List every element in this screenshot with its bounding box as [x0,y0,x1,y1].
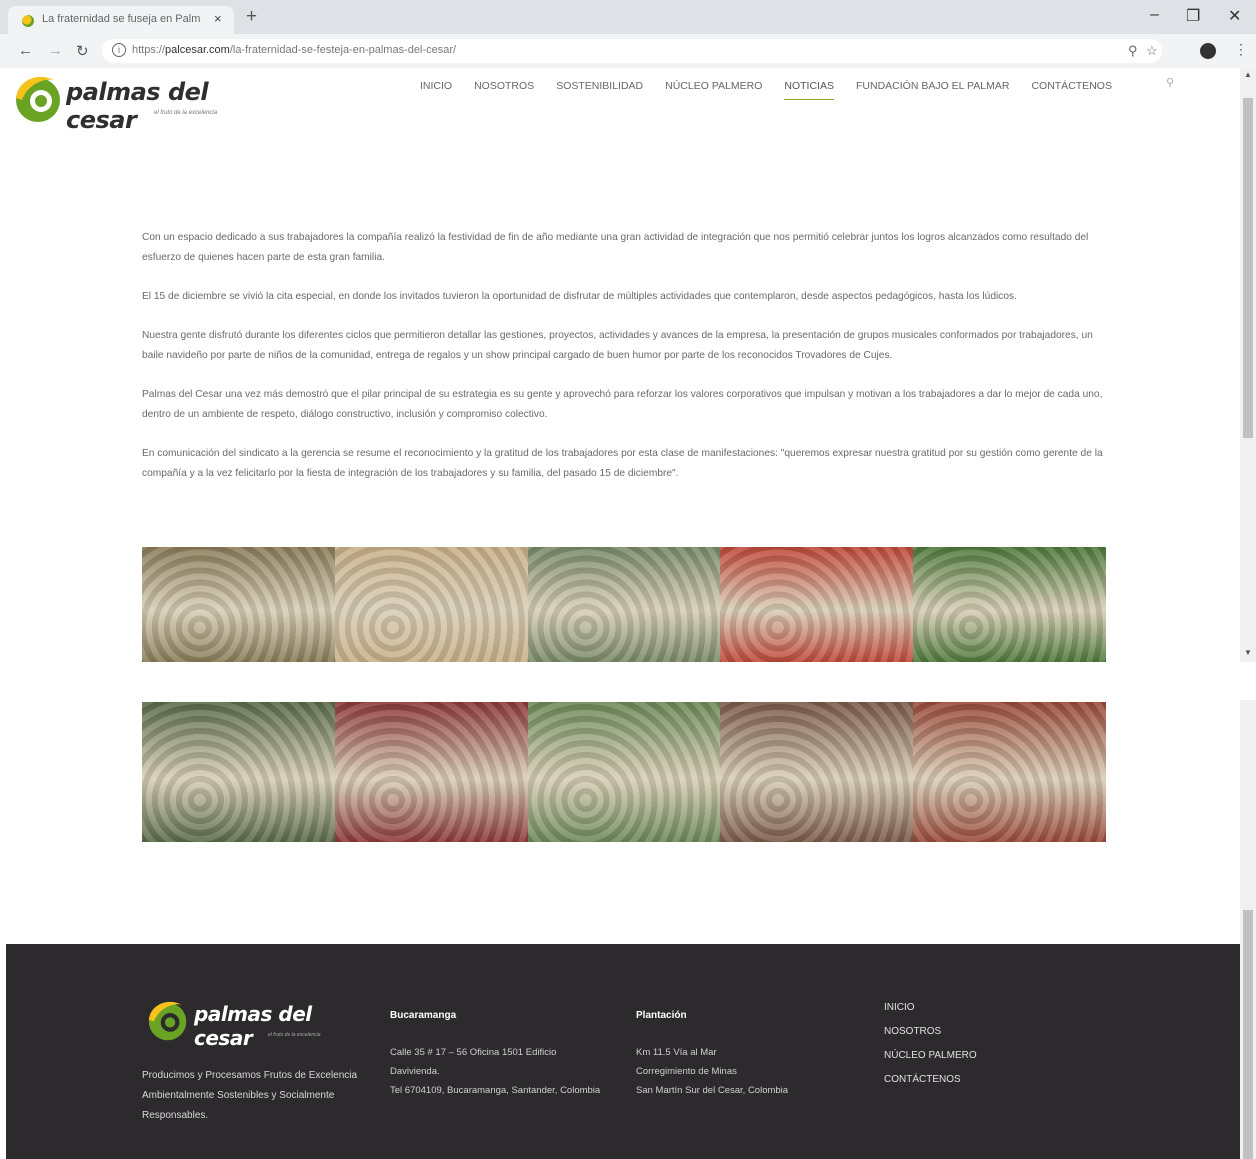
info-icon[interactable]: i [112,43,126,57]
site-logo[interactable]: palmas del cesar el fruto de la excelenc… [8,70,268,134]
gallery-photo[interactable] [720,547,914,662]
palm-fruit-logo-icon [16,76,60,122]
gallery-photo[interactable] [334,702,528,842]
forward-icon[interactable]: → [48,42,63,59]
nav-item-inicio[interactable]: INICIO [420,80,452,100]
scroll-up-icon[interactable]: ▲ [1244,70,1252,79]
back-icon[interactable]: ← [18,42,33,59]
logo-tagline: el fruto de la excelencia [154,110,218,116]
browser-menu-icon[interactable]: ⋮ [1234,41,1248,58]
nav-item-sostenibilidad[interactable]: SOSTENIBILIDAD [556,80,643,100]
article-paragraph: En comunicación del sindicato a la geren… [142,448,1103,479]
footer-link-inicio[interactable]: INICIO [884,1002,977,1013]
gallery-photo[interactable] [720,702,914,842]
close-window-button[interactable]: ✕ [1228,6,1241,26]
maximize-button[interactable]: ❐ [1186,6,1200,26]
footer-column-bucaramanga: Bucaramanga Calle 35 # 17 – 56 Oficina 1… [390,1006,606,1100]
browser-tab[interactable]: La fraternidad se fuseja en Palm × [8,6,234,34]
nav-item-nosotros[interactable]: NOSOTROS [474,80,534,100]
gallery-photo[interactable] [142,547,335,662]
logo-text: palmas del cesar [66,78,209,134]
page-scrollbar-lower[interactable] [1240,700,1256,1159]
zoom-icon[interactable]: ⚲ [1128,43,1138,59]
search-icon[interactable]: ⚲ [1166,76,1174,89]
footer-address: Km 11.5 Vía al Mar Corregimiento de Mina… [636,1047,789,1096]
tab-title: La fraternidad se fuseja en Palm [42,13,201,25]
scroll-thumb[interactable] [1243,98,1253,438]
nav-item-contactenos[interactable]: CONTÁCTENOS [1031,80,1112,100]
gallery-photo[interactable] [913,702,1106,842]
footer-description: Producimos y Procesamos Frutos de Excele… [142,1070,358,1121]
browser-toolbar: ← → ↻ i https://palcesar.com/la-fraterni… [0,34,1256,69]
footer-logo[interactable]: palmas del cesar el fruto de la excelenc… [142,996,362,1050]
article-paragraph: Palmas del Cesar una vez más demostró qu… [142,389,1103,420]
footer-link-contactenos[interactable]: CONTÁCTENOS [884,1074,977,1085]
site-favicon-icon [22,15,34,27]
scroll-thumb[interactable] [1243,910,1253,1159]
nav-item-nucleo-palmero[interactable]: NÚCLEO PALMERO [665,80,762,100]
article-paragraph: El 15 de diciembre se vivió la cita espe… [142,291,1017,302]
reload-icon[interactable]: ↻ [76,42,89,60]
main-navigation: INICIO NOSOTROS SOSTENIBILIDAD NÚCLEO PA… [420,80,1134,100]
article-paragraph: Con un espacio dedicado a sus trabajador… [142,232,1089,263]
url-text[interactable]: https://palcesar.com/la-fraternidad-se-f… [132,44,456,56]
photo-gallery-row-1 [142,547,1106,662]
gallery-photo[interactable] [527,702,721,842]
footer-menu: INICIO NOSOTROS NÚCLEO PALMERO CONTÁCTEN… [884,1002,977,1098]
footer-link-nucleo-palmero[interactable]: NÚCLEO PALMERO [884,1050,977,1061]
site-header: palmas del cesar el fruto de la excelenc… [0,68,1240,134]
profile-avatar[interactable] [1200,43,1216,59]
article-paragraph: Nuestra gente disfrutó durante los difer… [142,330,1093,361]
address-bar[interactable]: i https://palcesar.com/la-fraternidad-se… [102,39,1162,63]
article-body: Con un espacio dedicado a sus trabajador… [142,228,1106,503]
scroll-down-icon[interactable]: ▼ [1244,648,1252,657]
page-scrollbar[interactable]: ▲ ▼ [1240,68,1256,662]
footer-logo-tagline: el fruto de la excelencia [268,1032,321,1038]
bookmark-star-icon[interactable]: ☆ [1146,43,1158,59]
gallery-photo[interactable] [334,547,528,662]
footer-column-title: Plantación [636,1010,687,1021]
minimize-button[interactable]: – [1150,6,1159,24]
close-tab-icon[interactable]: × [214,11,222,26]
footer-column-title: Bucaramanga [390,1010,457,1021]
palm-fruit-logo-icon [148,1001,187,1041]
new-tab-button[interactable]: + [246,6,257,28]
gallery-photo[interactable] [142,702,335,842]
gallery-photo[interactable] [527,547,721,662]
browser-tab-bar: La fraternidad se fuseja en Palm × + – ❐… [0,0,1256,34]
screenshot-split [0,662,1256,702]
footer-link-nosotros[interactable]: NOSOTROS [884,1026,977,1037]
footer-logo-text: palmas del cesar [194,1002,312,1050]
site-footer: palmas del cesar el fruto de la excelenc… [6,944,1240,1159]
gallery-photo[interactable] [913,547,1106,662]
nav-item-fundacion[interactable]: FUNDACIÓN BAJO EL PALMAR [856,80,1009,100]
nav-item-noticias[interactable]: NOTICIAS [784,80,834,100]
photo-gallery-row-2 [142,702,1106,842]
footer-address: Calle 35 # 17 – 56 Oficina 1501 Edificio… [390,1047,601,1096]
footer-column-plantacion: Plantación Km 11.5 Vía al Mar Corregimie… [636,1006,856,1100]
